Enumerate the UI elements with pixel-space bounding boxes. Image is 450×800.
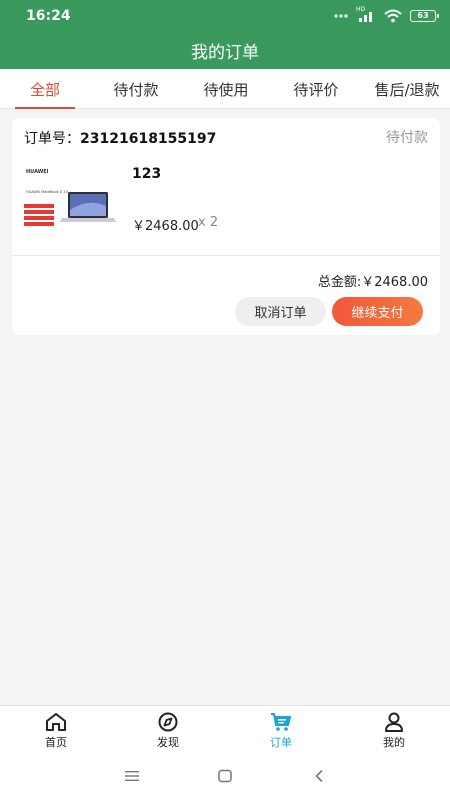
- battery-icon: 63: [410, 10, 439, 22]
- menu-icon[interactable]: [124, 769, 140, 783]
- order-tabs: 全部 待付款 待使用 待评价 售后/退款: [0, 69, 450, 109]
- order-number: 订单号：23121618155197: [24, 128, 216, 148]
- tab-to-review[interactable]: 待评价: [280, 69, 352, 109]
- home-square-icon[interactable]: [217, 769, 233, 783]
- tab-to-use[interactable]: 待使用: [190, 69, 262, 109]
- nav-discover[interactable]: 发现: [112, 706, 224, 756]
- page-title: 我的订单: [191, 43, 259, 63]
- system-nav-bar: [0, 755, 450, 800]
- back-icon[interactable]: [312, 769, 328, 783]
- continue-payment-button[interactable]: 继续支付: [332, 297, 423, 326]
- total-value: ￥2468.00: [361, 275, 428, 290]
- thumbnail-brand: HUAWEI: [26, 169, 49, 175]
- product-thumbnail[interactable]: HUAWEI HUAWEI MateBook D 15: [24, 164, 116, 226]
- nav-orders[interactable]: 订单: [225, 706, 337, 756]
- tab-after-sales[interactable]: 售后/退款: [366, 69, 448, 109]
- order-number-value: 23121618155197: [80, 131, 217, 147]
- divider: [12, 255, 440, 256]
- order-status: 待付款: [386, 130, 428, 146]
- tab-label: 全部: [29, 80, 60, 99]
- user-icon: [385, 712, 403, 732]
- status-icons: HD 63: [334, 6, 439, 23]
- tab-all[interactable]: 全部: [15, 69, 75, 109]
- nav-label: 首页: [45, 736, 67, 749]
- tab-label: 待评价: [293, 80, 339, 99]
- laptop-image: [60, 192, 116, 222]
- status-bar: 16:24 HD 63: [0, 0, 450, 32]
- bottom-nav: 首页 发现 订单 我的: [0, 705, 450, 755]
- nav-home[interactable]: 首页: [0, 706, 112, 756]
- product-title[interactable]: 123: [132, 166, 161, 182]
- order-card[interactable]: 订单号：23121618155197 待付款 HUAWEI HUAWEI Mat…: [12, 118, 440, 335]
- order-number-label: 订单号：: [24, 131, 80, 147]
- page-title-bar: 我的订单: [0, 32, 450, 69]
- nav-label: 发现: [157, 736, 179, 749]
- product-price: ￥2468.00: [132, 219, 199, 234]
- nav-label: 订单: [270, 736, 292, 749]
- cancel-order-button[interactable]: 取消订单: [235, 297, 326, 326]
- wifi-icon: [384, 9, 402, 23]
- signal-icon: HD: [356, 6, 376, 23]
- more-dots-icon: [334, 14, 348, 18]
- product-quantity: x 2: [198, 215, 219, 230]
- total-label: 总金额:: [317, 275, 362, 290]
- home-icon: [46, 713, 66, 731]
- thumbnail-promo-tags: [24, 204, 54, 228]
- nav-profile[interactable]: 我的: [338, 706, 450, 756]
- nav-label: 我的: [383, 736, 405, 749]
- cart-icon: [271, 713, 291, 731]
- tab-label: 售后/退款: [374, 80, 440, 99]
- order-total: 总金额:￥2468.00: [318, 271, 428, 290]
- tab-pending-payment[interactable]: 待付款: [100, 69, 172, 109]
- status-time: 16:24: [26, 8, 71, 24]
- tab-label: 待付款: [113, 80, 159, 99]
- compass-icon: [158, 712, 178, 732]
- tab-label: 待使用: [203, 80, 249, 99]
